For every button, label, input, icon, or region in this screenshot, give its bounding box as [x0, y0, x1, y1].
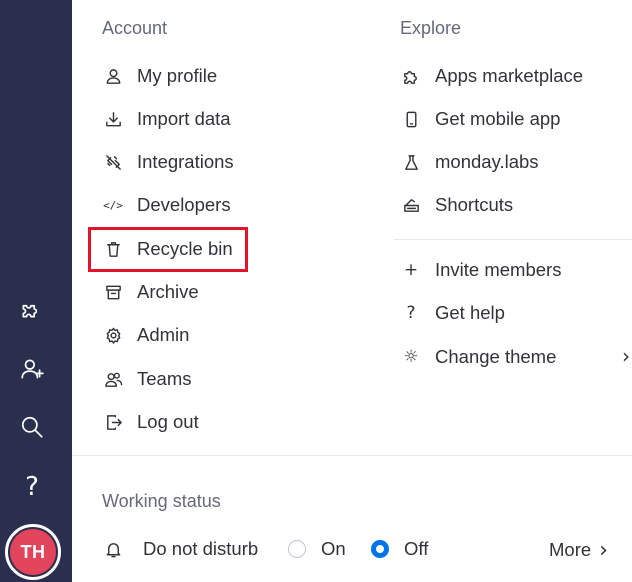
apps-puzzle-icon[interactable] — [17, 294, 47, 324]
dnd-off-radio[interactable] — [371, 540, 389, 558]
menu-item-get-help[interactable]: ? Get help — [401, 298, 505, 328]
menu-item-label: My profile — [137, 65, 218, 86]
menu-item-label: Teams — [137, 368, 192, 389]
avatar-initials: TH — [10, 529, 56, 575]
flask-icon — [401, 152, 421, 172]
menu-item-archive[interactable]: Archive — [103, 277, 199, 307]
menu-item-get-mobile-app[interactable]: Get mobile app — [401, 104, 560, 134]
menu-item-teams[interactable]: Teams — [103, 364, 192, 394]
gear-icon — [103, 325, 123, 345]
menu-item-admin[interactable]: Admin — [103, 320, 189, 350]
plus-icon: + — [403, 260, 419, 280]
dnd-off-label[interactable]: Off — [404, 538, 428, 560]
question-icon: ? — [406, 303, 416, 323]
explore-divider — [394, 239, 632, 240]
more-label: More — [549, 539, 592, 560]
menu-item-label: Developers — [137, 194, 231, 215]
do-not-disturb-label: Do not disturb — [143, 538, 259, 559]
avatar[interactable]: TH — [5, 524, 61, 580]
do-not-disturb-row: Do not disturb — [103, 534, 258, 564]
menu-item-import-data[interactable]: Import data — [103, 104, 231, 134]
menu-item-label: Change theme — [435, 346, 557, 367]
menu-item-label: Get mobile app — [435, 108, 561, 129]
mobile-icon — [401, 109, 421, 129]
download-icon — [103, 109, 123, 129]
invite-user-icon[interactable] — [17, 354, 47, 384]
menu-item-apps-marketplace[interactable]: Apps marketplace — [401, 61, 583, 91]
working-status-title: Working status — [102, 491, 221, 511]
puzzle-icon — [401, 66, 421, 86]
more-button[interactable]: More › — [549, 535, 608, 565]
menu-item-label: Get help — [435, 302, 505, 323]
working-status-divider — [72, 455, 632, 456]
chevron-right-icon[interactable]: › — [622, 344, 630, 368]
menu-item-invite-members[interactable]: + Invite members — [401, 255, 562, 285]
menu-item-log-out[interactable]: Log out — [103, 407, 199, 437]
menu-item-label: monday.labs — [435, 151, 539, 172]
plug-icon — [103, 152, 123, 172]
logout-icon — [103, 412, 123, 432]
menu-item-label: Apps marketplace — [435, 65, 584, 86]
search-icon[interactable] — [17, 412, 47, 442]
menu-item-label: Shortcuts — [435, 194, 514, 215]
menu-item-label: Archive — [137, 281, 199, 302]
menu-item-integrations[interactable]: Integrations — [103, 147, 234, 177]
menu-item-my-profile[interactable]: My profile — [103, 61, 217, 91]
menu-item-label: Import data — [137, 108, 231, 129]
left-sidebar: ? TH — [0, 0, 72, 582]
menu-item-change-theme[interactable]: ☼ Change theme — [401, 342, 556, 372]
menu-item-monday-labs[interactable]: monday.labs — [401, 147, 539, 177]
archive-icon — [103, 282, 123, 302]
bell-icon — [103, 539, 123, 559]
chevron-right-icon: › — [599, 537, 608, 563]
menu-item-label: Admin — [137, 324, 190, 345]
menu-item-label: Invite members — [435, 259, 562, 280]
sun-icon: ☼ — [403, 347, 419, 367]
menu-item-shortcuts[interactable]: Shortcuts — [401, 190, 513, 220]
keyboard-icon — [401, 195, 421, 215]
menu-item-developers[interactable]: </> Developers — [103, 190, 231, 220]
user-icon — [103, 66, 123, 86]
help-icon[interactable]: ? — [17, 472, 47, 502]
dnd-on-label[interactable]: On — [321, 538, 346, 560]
account-section-title: Account — [102, 18, 168, 38]
code-icon: </> — [103, 198, 123, 212]
explore-section-title: Explore — [400, 18, 462, 38]
menu-item-label: Integrations — [137, 151, 234, 172]
dnd-on-radio[interactable] — [288, 540, 306, 558]
teams-icon — [103, 369, 123, 389]
menu-item-label: Log out — [137, 411, 199, 432]
recycle-bin-highlight-box — [88, 227, 248, 272]
